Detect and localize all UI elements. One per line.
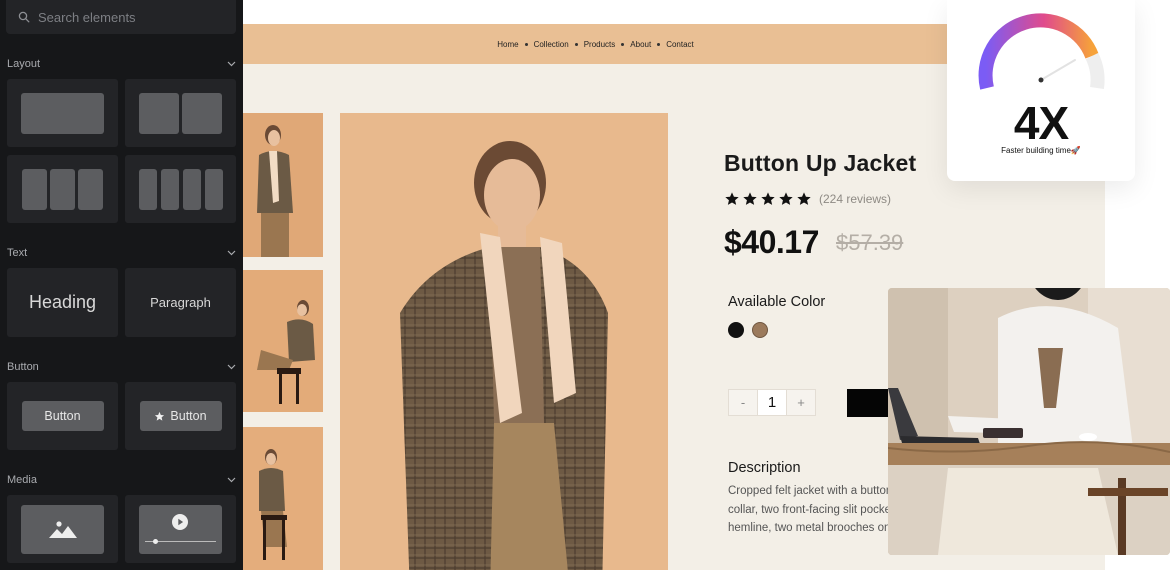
nav-link-collection[interactable]: Collection — [534, 40, 569, 49]
column-block — [138, 168, 157, 210]
layout-two-columns-tile[interactable] — [125, 79, 236, 147]
column-block — [21, 92, 104, 134]
model-seated-photo — [243, 270, 323, 412]
section-title-media: Media — [7, 474, 37, 486]
layout-three-columns-tile[interactable] — [7, 155, 118, 223]
search-icon — [18, 11, 30, 23]
section-header-button[interactable]: Button — [7, 359, 236, 375]
star-icon — [725, 192, 739, 205]
image-element-tile[interactable] — [7, 495, 118, 563]
description-text: Cropped felt jacket with a button collar… — [728, 482, 888, 538]
column-block — [78, 168, 103, 210]
section-header-media[interactable]: Media — [7, 472, 236, 488]
original-price: $57.39 — [836, 230, 904, 255]
section-title-layout: Layout — [7, 58, 41, 70]
layout-four-columns-tile[interactable] — [125, 155, 236, 223]
button-element-tile[interactable]: Button — [7, 382, 118, 450]
speed-stat-card: 4X Faster building time🚀 — [947, 0, 1135, 181]
stat-label: Faster building time🚀 — [1001, 146, 1081, 155]
nav-separator — [524, 42, 528, 46]
image-preview — [21, 504, 104, 554]
review-count[interactable]: (224 reviews) — [819, 192, 891, 206]
column-block — [182, 92, 222, 134]
stat-value: 4X — [1013, 97, 1069, 149]
rating-stars: (224 reviews) — [724, 191, 891, 207]
chevron-down-icon — [227, 477, 236, 483]
quantity-increment-button[interactable]: + — [787, 390, 815, 415]
video-element-tile[interactable] — [125, 495, 236, 563]
speed-gauge — [978, 13, 1105, 90]
heading-tile-label: Heading — [28, 292, 97, 312]
model-standing-photo — [243, 113, 323, 257]
column-block — [204, 168, 223, 210]
working-woman-photo — [888, 288, 1170, 555]
star-icon — [761, 192, 775, 205]
elements-panel: Layout Text Heading Pa — [0, 0, 243, 570]
star-icon — [155, 411, 165, 421]
nav-separator — [657, 42, 661, 46]
description-line: hemline, two metal brooches on — [728, 522, 888, 534]
color-swatch-black[interactable] — [728, 322, 744, 338]
heading-element-tile[interactable]: Heading — [7, 268, 118, 337]
current-price: $40.17 — [724, 224, 819, 260]
play-icon — [172, 513, 188, 530]
model-stool-photo — [243, 427, 323, 570]
available-color-label: Available Color — [728, 294, 826, 310]
nav-separator — [621, 42, 625, 46]
layout-one-column-tile[interactable] — [7, 79, 118, 147]
product-thumbnail[interactable] — [243, 270, 323, 412]
paragraph-element-tile[interactable]: Paragraph — [125, 268, 236, 337]
section-header-layout[interactable]: Layout — [7, 56, 236, 72]
top-navigation: Home Collection Products About Contact — [243, 24, 948, 64]
search-input[interactable] — [38, 9, 228, 25]
description-line: collar, two front-facing slit pocke — [728, 503, 888, 516]
color-swatch-brown[interactable] — [752, 322, 768, 338]
nav-link-contact[interactable]: Contact — [666, 40, 694, 49]
chevron-down-icon — [227, 364, 236, 370]
description-title: Description — [728, 460, 801, 476]
woman-laptop-illustration — [888, 288, 1170, 555]
nav-link-about[interactable]: About — [630, 40, 651, 49]
star-icon — [797, 192, 811, 205]
builder-canvas: Layout Text Heading Pa — [0, 0, 1170, 570]
quantity-value[interactable]: 1 — [757, 390, 787, 415]
icon-button-preview: Button — [139, 401, 222, 431]
button-preview-label: Button — [44, 409, 81, 423]
nav-separator — [574, 42, 578, 46]
nav-link-home[interactable]: Home — [497, 40, 518, 49]
column-block — [139, 92, 179, 134]
video-progress-knob — [153, 538, 158, 544]
button-preview: Button — [21, 401, 104, 431]
section-header-text[interactable]: Text — [7, 245, 236, 261]
section-title-text: Text — [7, 247, 28, 259]
column-block — [50, 168, 75, 210]
video-preview — [139, 504, 222, 554]
icon-button-preview-label: Button — [170, 409, 207, 423]
column-block — [160, 168, 179, 210]
model-jacket-photo — [340, 113, 668, 570]
chevron-down-icon — [227, 250, 236, 256]
paragraph-tile-label: Paragraph — [150, 295, 211, 310]
search-box[interactable] — [6, 0, 236, 34]
product-thumbnail[interactable] — [243, 113, 323, 257]
quantity-decrement-button[interactable]: - — [729, 390, 757, 415]
quantity-stepper: - 1 + — [728, 389, 816, 416]
column-block — [182, 168, 201, 210]
nav-link-products[interactable]: Products — [584, 40, 616, 49]
product-thumbnail[interactable] — [243, 427, 323, 570]
product-title: Button Up Jacket — [724, 150, 917, 176]
description-line: Cropped felt jacket with a button — [728, 485, 888, 497]
star-icon — [779, 192, 793, 205]
icon-button-element-tile[interactable]: Button — [125, 382, 236, 450]
star-icon — [743, 192, 757, 205]
image-icon — [48, 521, 77, 538]
section-title-button: Button — [7, 361, 39, 373]
product-main-image[interactable] — [340, 113, 668, 570]
column-block — [22, 168, 47, 210]
chevron-down-icon — [227, 61, 236, 67]
